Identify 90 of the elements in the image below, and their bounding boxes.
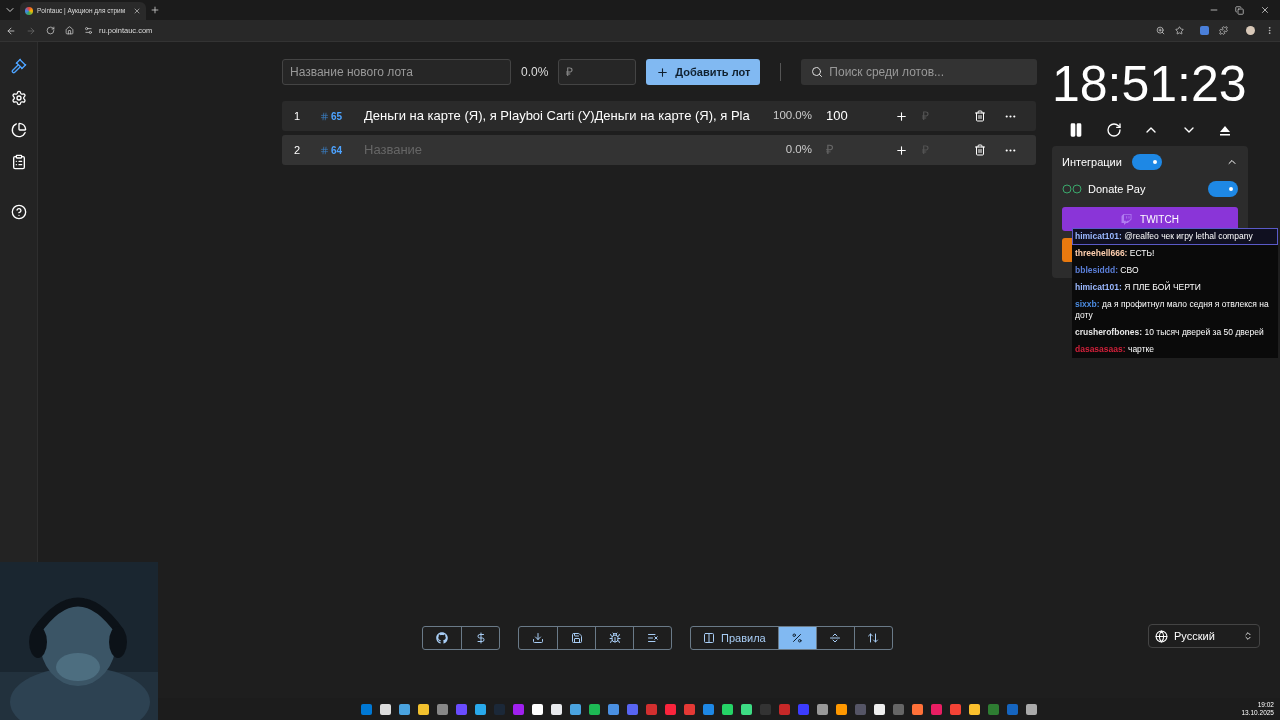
language-select[interactable]: Русский: [1148, 624, 1260, 648]
chat-message: bblesiddd: СВО: [1072, 262, 1278, 279]
clear-icon: [646, 632, 659, 644]
lot-percent: 100.0%: [772, 108, 812, 124]
search-field[interactable]: Поиск среди лотов...: [801, 59, 1038, 85]
search-input[interactable]: Поиск среди лотов...: [829, 63, 1028, 81]
reset-icon[interactable]: [1105, 122, 1122, 138]
app-icon[interactable]: [550, 703, 562, 715]
chat-message: himicat101: Я ПЛЕ БОЙ ЧЕРТИ: [1072, 279, 1278, 296]
plus-icon: [656, 65, 670, 79]
pie-chart-icon: [10, 122, 27, 138]
back-icon[interactable]: [6, 25, 16, 36]
integrations-title: Интеграции: [1062, 155, 1122, 170]
app-icon[interactable]: [417, 703, 429, 715]
app-icon[interactable]: [569, 703, 581, 715]
pause-icon[interactable]: [1068, 122, 1084, 138]
lot-id: 64: [331, 143, 343, 158]
rules-button[interactable]: Правила: [691, 627, 778, 649]
app-icon[interactable]: [816, 703, 828, 715]
chat-message: himicat101: @realfeo чек игру lethal company: [1072, 228, 1278, 245]
add-lot-button[interactable]: Добавить лот: [646, 59, 761, 85]
translate-icon[interactable]: [1200, 26, 1209, 35]
lot-id: 65: [331, 109, 343, 124]
percent-text: 0.0%: [521, 64, 549, 81]
rules-icon: [703, 632, 715, 644]
delete-icon[interactable]: [974, 110, 986, 122]
integration-name: Donate Pay: [1088, 181, 1146, 197]
plus-icon[interactable]: [895, 109, 908, 123]
download-icon: [532, 632, 544, 644]
app-icon[interactable]: [531, 703, 543, 715]
reload-icon[interactable]: [46, 26, 55, 35]
plus-icon[interactable]: [895, 143, 908, 157]
app-icon[interactable]: [835, 703, 847, 715]
zoom-icon[interactable]: [1156, 26, 1165, 35]
hash-icon: [320, 111, 329, 121]
globe-icon: [1155, 629, 1168, 643]
twitch-icon: [1121, 213, 1133, 225]
extensions-icon[interactable]: [1219, 26, 1228, 35]
home-icon[interactable]: [65, 26, 74, 35]
save-icon: [570, 632, 583, 644]
app-icon[interactable]: [873, 703, 885, 715]
settings-icon: [10, 90, 27, 106]
toggle-switch[interactable]: [1131, 154, 1162, 171]
app-icon[interactable]: [398, 703, 410, 715]
close-icon[interactable]: [133, 7, 142, 15]
lot-amount[interactable]: 100: [826, 108, 848, 124]
gavel-icon: [10, 58, 27, 74]
clipboard-icon: [10, 154, 27, 170]
lot-name-field[interactable]: Название нового лота: [282, 59, 511, 85]
new-tab-icon[interactable]: [150, 5, 161, 15]
close-icon[interactable]: [1260, 5, 1270, 15]
restore-icon[interactable]: [1235, 5, 1244, 15]
chat-message: crusherofbones: 10 тысяч дверей за 50 дверей: [1072, 324, 1278, 341]
app-icon[interactable]: [721, 703, 733, 715]
app-icon[interactable]: [1025, 703, 1037, 715]
donate-pay-icon: [1062, 183, 1082, 194]
bookmark-icon[interactable]: [1175, 26, 1184, 35]
twitch-button[interactable]: TWITCH: [1062, 207, 1238, 231]
hash-icon: [320, 145, 329, 155]
delete-icon[interactable]: [974, 144, 986, 156]
lot-name[interactable]: Деньги на карте (Я), я Playboi Carti (У)Деньги на карте (Я), я Pla: [364, 108, 750, 124]
app-icon[interactable]: [474, 703, 486, 715]
select-arrows-icon: [1243, 631, 1253, 641]
github-icon: [436, 632, 448, 644]
lot-index: 2: [292, 142, 302, 158]
help-icon: [10, 204, 27, 220]
chat-message: sixxb: да я профитнул мало седня я отвлекся на доту: [1072, 296, 1278, 324]
split-icon: [829, 632, 842, 644]
toggle-switch[interactable]: [1208, 180, 1238, 197]
app-icon[interactable]: [740, 703, 752, 715]
percent-button[interactable]: [777, 627, 816, 649]
sort-icon: [867, 632, 880, 644]
lot-percent: 0.0%: [784, 142, 812, 158]
favicon-icon: [25, 7, 33, 15]
search-icon: [811, 66, 824, 78]
profile-icon[interactable]: [1246, 26, 1255, 35]
menu-icon[interactable]: [1265, 26, 1274, 35]
app-icon[interactable]: [379, 703, 391, 715]
lot-index: 1: [292, 108, 302, 124]
amount-field[interactable]: ₽: [558, 59, 637, 85]
percent-icon: [791, 632, 804, 644]
app-icon[interactable]: [968, 703, 980, 715]
chat-message: threehell666: ЕСТЬ!: [1072, 245, 1278, 262]
app-icon[interactable]: [588, 703, 600, 715]
timer: 18:51:23: [1052, 55, 1247, 114]
donate-icon: [474, 632, 487, 644]
chat-message: dasasasaas: чартке: [1072, 341, 1278, 358]
site-settings-icon[interactable]: [84, 26, 93, 35]
app-icon[interactable]: [911, 703, 923, 715]
bug-icon: [608, 632, 621, 644]
